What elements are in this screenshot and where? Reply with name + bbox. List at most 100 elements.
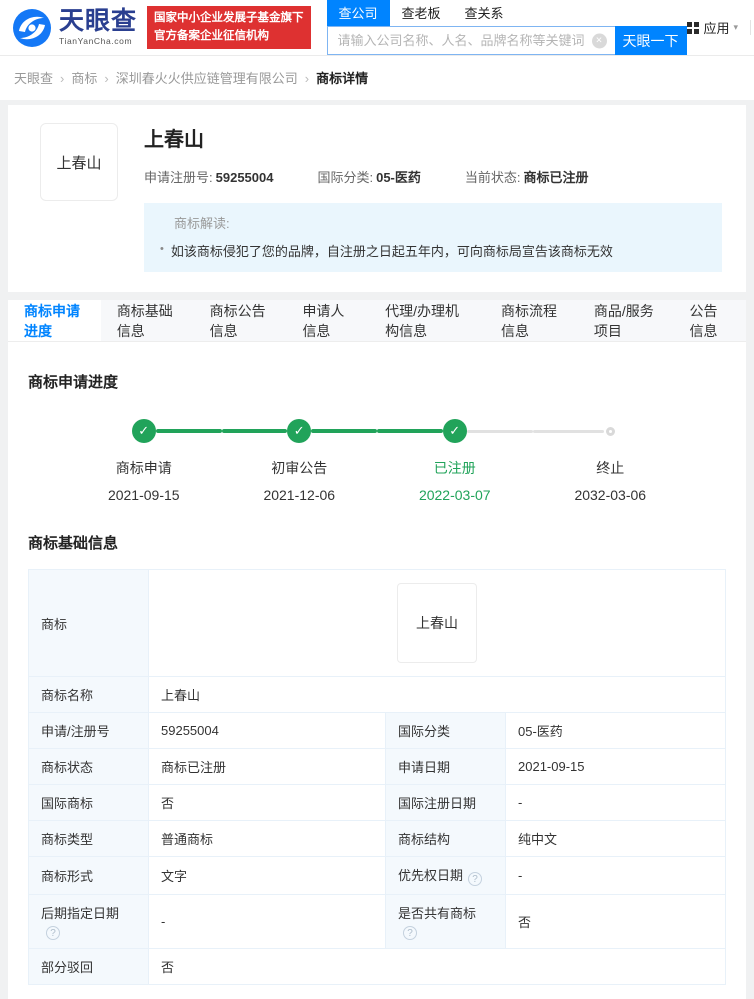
timeline-dot-row	[532, 419, 689, 443]
search-type-tabs: 查公司 查老板 查关系	[326, 0, 687, 26]
breadcrumb-separator-icon: ›	[104, 71, 109, 86]
table-row: 商标 上春山	[28, 569, 726, 677]
breadcrumb-link[interactable]: 天眼查	[14, 71, 53, 86]
table-label-text: 国际分类	[398, 724, 451, 739]
table-label-text: 是否共有商标	[398, 906, 477, 921]
progress-timeline: ✓ 商标申请 2021-09-15 ✓ 初审公告 2021-12-06 ✓ 已注册 2022-0…	[28, 419, 726, 503]
summary-info-row: 申请注册号: 59255004 国际分类: 05-医药 当前状态: 商标已注册	[144, 167, 722, 186]
main-tab[interactable]: 商标申请进度	[8, 300, 101, 341]
tip-label: 商标解读:	[174, 216, 230, 231]
table-row: 商标状态 商标已注册 申请日期 2021-09-15	[28, 748, 726, 785]
main-tab[interactable]: 代理/办理机构信息	[369, 300, 485, 341]
table-value-text: -	[518, 795, 523, 810]
table-value-text: 文字	[161, 869, 188, 884]
timeline-connector	[377, 429, 443, 433]
table-row: 申请/注册号 59255004 国际分类 05-医药	[28, 712, 726, 749]
basic-info-table: 商标 上春山 商标名称 上春山 申请/注册号 59255004 国际分类 05-医药 商标状态商…	[28, 569, 726, 985]
summary-info-label: 国际分类:	[317, 170, 374, 185]
summary-info-pair: 申请注册号: 59255004	[144, 167, 273, 186]
tip-item-text: 如该商标侵犯了您的品牌，自注册之日起五年内，可向商标局宣告该商标无效	[170, 244, 613, 259]
table-label-text: 商标状态	[41, 760, 94, 775]
table-row: 部分驳回 否	[28, 948, 726, 985]
search-button[interactable]: 天眼一下	[614, 26, 687, 55]
clear-icon[interactable]: ×	[591, 33, 607, 48]
table-value-cell: 05-医药	[505, 712, 726, 749]
main-tab[interactable]: 商标公告信息	[194, 300, 287, 341]
search-type-tab[interactable]: 查公司	[326, 0, 390, 26]
table-value-cell: 纯中文	[505, 820, 726, 857]
timeline-step: 终止 2032-03-06	[532, 419, 689, 503]
timeline-step-date: 2022-03-07	[418, 487, 491, 503]
apps-grid-icon	[686, 21, 699, 34]
table-label-cell: 申请日期	[385, 748, 506, 785]
help-icon[interactable]: ?	[403, 926, 417, 940]
table-value-cell: 59255004	[148, 712, 386, 749]
detail-tabbar: 商标申请进度 商标基础信息 商标公告信息 申请人信息 代理/办理机构信息 商标流程信息 商品…	[8, 300, 746, 342]
apps-menu[interactable]: 应用 ▾	[686, 18, 739, 37]
table-value-cell: 否	[148, 784, 386, 821]
table-label-cell: 国际商标	[28, 784, 149, 821]
search-type-tab[interactable]: 查关系	[453, 0, 516, 26]
breadcrumb-link[interactable]: 深圳春火火供应链管理有限公司	[116, 71, 298, 86]
table-value-cell: 普通商标	[148, 820, 386, 857]
breadcrumb: 天眼查 › 商标 › 深圳春火火供应链管理有限公司 › 商标详情	[0, 56, 754, 100]
chevron-down-icon: ▾	[733, 22, 739, 32]
bullet-icon: •	[160, 243, 164, 255]
main-tab[interactable]: 商标基础信息	[101, 300, 194, 341]
table-label-cell: 是否共有商标?	[385, 894, 506, 949]
table-label-text: 国际商标	[41, 796, 94, 811]
help-icon[interactable]: ?	[468, 872, 483, 886]
table-row: 商标形式 文字 优先权日期? -	[28, 856, 726, 895]
table-value-cell: 商标已注册	[148, 748, 386, 785]
timeline-connector	[532, 429, 604, 433]
search-input[interactable]	[326, 26, 615, 55]
help-icon[interactable]: ?	[46, 926, 60, 940]
check-circle-icon: ✓	[442, 419, 467, 443]
timeline-step-date: 2032-03-06	[574, 487, 647, 503]
search-area: 查公司查老板查关系 × 天眼一下	[326, 0, 687, 55]
summary-info-label: 当前状态:	[464, 170, 521, 185]
table-value-text: 商标已注册	[161, 760, 227, 775]
badge-line-2: 官方备案企业征信机构	[154, 29, 270, 42]
table-label-cell: 部分驳回	[28, 948, 149, 985]
trademark-tip-box: 商标解读: • 如该商标侵犯了您的品牌，自注册之日起五年内，可向商标局宣告该商标无…	[144, 203, 722, 272]
main-tab[interactable]: 商品/服务项目	[578, 300, 674, 341]
timeline-step-name: 商标申请	[115, 460, 172, 476]
table-value-text: 59255004	[161, 723, 219, 738]
table-row: 国际商标 否 国际注册日期 -	[28, 784, 726, 821]
table-value-text: 上春山	[161, 688, 201, 703]
certification-badge: 国家中小企业发展子基金旗下 官方备案企业征信机构	[147, 6, 311, 49]
table-label-text: 国际注册日期	[398, 796, 477, 811]
main-tab[interactable]: 商标流程信息	[485, 300, 578, 341]
breadcrumb-link[interactable]: 商标	[71, 71, 97, 86]
timeline-step: ✓ 商标申请 2021-09-15	[66, 419, 222, 503]
search-type-tab[interactable]: 查老板	[390, 0, 453, 26]
table-value-cell: 否	[148, 948, 726, 985]
header-right-menu: 应用 ▾ 合作通道 ▾	[686, 18, 754, 37]
main-tab[interactable]: 申请人信息	[286, 300, 369, 341]
timeline-step-name: 已注册	[433, 460, 476, 476]
table-value-cell: 上春山	[148, 569, 726, 677]
table-value-text: 05-医药	[518, 724, 563, 739]
table-label-text: 优先权日期	[398, 868, 464, 883]
tianyancha-logo[interactable]: 天眼查 TianYanCha.com	[12, 8, 137, 48]
timeline-step: ✓ 已注册 2022-03-07	[377, 419, 533, 503]
page-title: 上春山	[144, 129, 204, 151]
table-value-text: 否	[518, 915, 532, 930]
table-value-cell: -	[148, 894, 386, 949]
main-tab[interactable]: 公告信息	[673, 300, 746, 341]
basic-section-heading: 商标基础信息	[28, 535, 119, 552]
apps-menu-label: 应用	[703, 21, 730, 36]
table-value-cell: 文字	[148, 856, 386, 895]
table-label-cell: 国际注册日期	[385, 784, 506, 821]
trademark-thumbnail: 上春山	[40, 123, 118, 201]
table-label-text: 商标结构	[398, 832, 451, 847]
timeline-dot-row: ✓	[66, 419, 222, 443]
timeline-connector	[221, 429, 288, 433]
table-label-cell: 申请/注册号	[28, 712, 149, 749]
timeline-connector	[155, 429, 222, 433]
table-label-cell: 商标名称	[28, 676, 149, 713]
table-label-text: 商标形式	[41, 869, 94, 884]
table-label-cell: 国际分类	[385, 712, 506, 749]
table-label-cell: 商标	[28, 569, 149, 677]
